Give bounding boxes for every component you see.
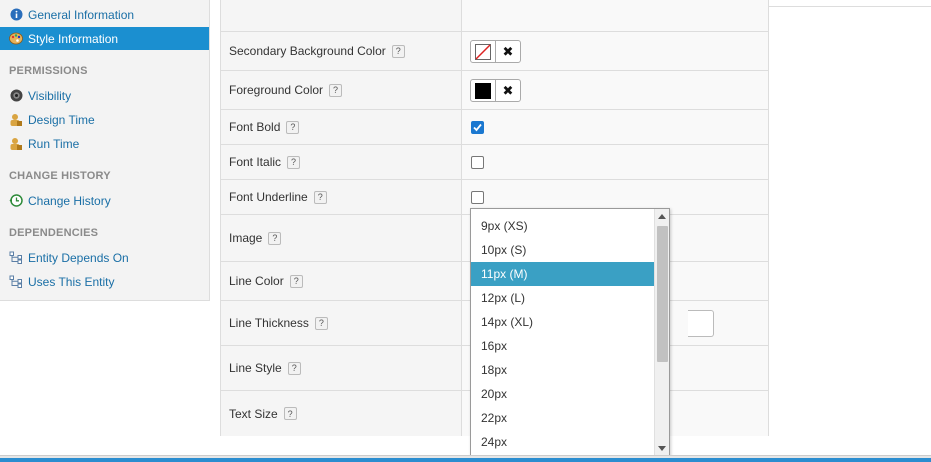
sidebar-item-label: Run Time [28, 136, 80, 151]
black-swatch [475, 82, 491, 99]
help-icon[interactable]: ? [268, 231, 282, 245]
text-size-label: Text Size [229, 406, 278, 421]
color-swatch[interactable] [471, 80, 496, 101]
row-foreground-color: Foreground Color ? ✖ [221, 70, 768, 109]
dropdown-option[interactable]: 16px [471, 334, 654, 358]
property-value: ✖ [462, 71, 768, 109]
property-label [221, 0, 462, 32]
font-bold-label: Font Bold [229, 120, 281, 134]
sidebar-item-label: Visibility [28, 88, 72, 103]
property-label: Font Underline ? [221, 180, 462, 214]
property-label: Secondary Background Color ? [221, 32, 462, 70]
table-row [221, 0, 768, 32]
help-icon[interactable]: ? [286, 120, 300, 134]
palette-icon [9, 32, 23, 46]
history-icon [9, 194, 23, 208]
info-icon [9, 8, 23, 22]
font-underline-checkbox[interactable] [471, 191, 484, 204]
sidebar-item-label: Change History [28, 193, 111, 208]
property-label: Foreground Color ? [221, 71, 462, 109]
line-color-label: Line Color [229, 274, 284, 288]
foreground-color-picker[interactable]: ✖ [470, 79, 521, 102]
property-label: Line Color ? [221, 262, 462, 300]
sidebar: General Information Style Information PE… [0, 0, 210, 301]
sidebar-item-uses-this-entity[interactable]: Uses This Entity [0, 270, 209, 293]
help-icon[interactable]: ? [287, 361, 301, 375]
property-label: Font Italic ? [221, 145, 462, 179]
dependency-icon [9, 251, 23, 265]
scroll-down-arrow-icon[interactable] [658, 446, 666, 451]
property-label: Line Thickness ? [221, 301, 462, 345]
sidebar-item-style-information[interactable]: Style Information [0, 27, 209, 50]
line-thickness-input[interactable] [688, 310, 714, 337]
line-thickness-label: Line Thickness [229, 316, 309, 330]
dropdown-option[interactable]: 14px (XL) [471, 310, 654, 334]
sidebar-item-design-time[interactable]: Design Time [0, 108, 209, 131]
section-heading-dependencies: DEPENDENCIES [9, 227, 99, 239]
section-heading-permissions: PERMISSIONS [9, 65, 88, 77]
property-value: ✖ [462, 32, 768, 70]
font-italic-label: Font Italic [229, 155, 282, 169]
no-color-swatch[interactable] [471, 41, 496, 62]
clear-color-button[interactable]: ✖ [496, 80, 520, 101]
sidebar-item-run-time[interactable]: Run Time [0, 132, 209, 155]
dropdown-option[interactable]: 10px (S) [471, 238, 654, 262]
dropdown-option[interactable]: 9px (XS) [471, 214, 654, 238]
font-underline-label: Font Underline [229, 190, 308, 204]
help-icon[interactable]: ? [283, 407, 297, 420]
dropdown-option-selected[interactable]: 11px (M) [471, 262, 654, 286]
bottom-accent-bar [0, 458, 931, 462]
dropdown-option[interactable]: 24px [471, 430, 654, 454]
sidebar-item-change-history[interactable]: Change History [0, 189, 209, 212]
user-lock-icon [9, 113, 23, 127]
secondary-background-color-label: Secondary Background Color [229, 44, 386, 58]
eye-icon [9, 89, 23, 103]
help-icon[interactable]: ? [287, 155, 301, 169]
scroll-up-arrow-icon[interactable] [658, 214, 666, 219]
dependency-icon [9, 275, 23, 289]
property-value [462, 110, 768, 144]
user-lock-icon [9, 137, 23, 151]
foreground-color-label: Foreground Color [229, 83, 324, 97]
font-bold-checkbox[interactable] [471, 121, 484, 134]
row-font-bold: Font Bold ? [221, 109, 768, 144]
line-style-label: Line Style [229, 361, 282, 375]
help-icon[interactable]: ? [314, 316, 328, 330]
property-label: Font Bold ? [221, 110, 462, 144]
dropdown-option[interactable]: 18px [471, 358, 654, 382]
sidebar-item-label: Uses This Entity [28, 274, 115, 289]
sidebar-item-visibility[interactable]: Visibility [0, 84, 209, 107]
secondary-background-color-picker[interactable]: ✖ [470, 40, 521, 63]
sidebar-item-entity-depends-on[interactable]: Entity Depends On [0, 246, 209, 269]
help-icon[interactable]: ? [313, 190, 327, 204]
dropdown-option[interactable]: 12px (L) [471, 286, 654, 310]
sidebar-item-general-information[interactable]: General Information [0, 3, 209, 26]
font-italic-checkbox[interactable] [471, 156, 484, 169]
section-heading-change-history: CHANGE HISTORY [9, 170, 111, 182]
property-value [462, 0, 768, 32]
help-icon[interactable]: ? [391, 44, 405, 58]
row-secondary-background-color: Secondary Background Color ? ✖ [221, 31, 768, 70]
property-label: Text Size ? [221, 391, 462, 436]
sidebar-item-label: Style Information [28, 31, 119, 46]
dropdown-option[interactable]: 22px [471, 406, 654, 430]
help-icon[interactable]: ? [289, 274, 303, 288]
image-label: Image [229, 231, 263, 245]
sidebar-item-label: Entity Depends On [28, 250, 129, 265]
scrollbar-thumb[interactable] [657, 226, 668, 362]
help-icon[interactable]: ? [329, 83, 343, 97]
row-font-italic: Font Italic ? [221, 144, 768, 179]
text-size-dropdown-list[interactable]: 9px (XS) 10px (S) 11px (M) 12px (L) 14px… [470, 208, 670, 457]
dropdown-scrollbar[interactable] [654, 209, 669, 456]
property-value [462, 145, 768, 179]
sidebar-item-label: General Information [28, 7, 135, 22]
clear-color-button[interactable]: ✖ [496, 41, 520, 62]
property-label: Image ? [221, 215, 462, 261]
sidebar-item-label: Design Time [28, 112, 95, 127]
property-label: Line Style ? [221, 346, 462, 390]
dropdown-option[interactable]: 20px [471, 382, 654, 406]
